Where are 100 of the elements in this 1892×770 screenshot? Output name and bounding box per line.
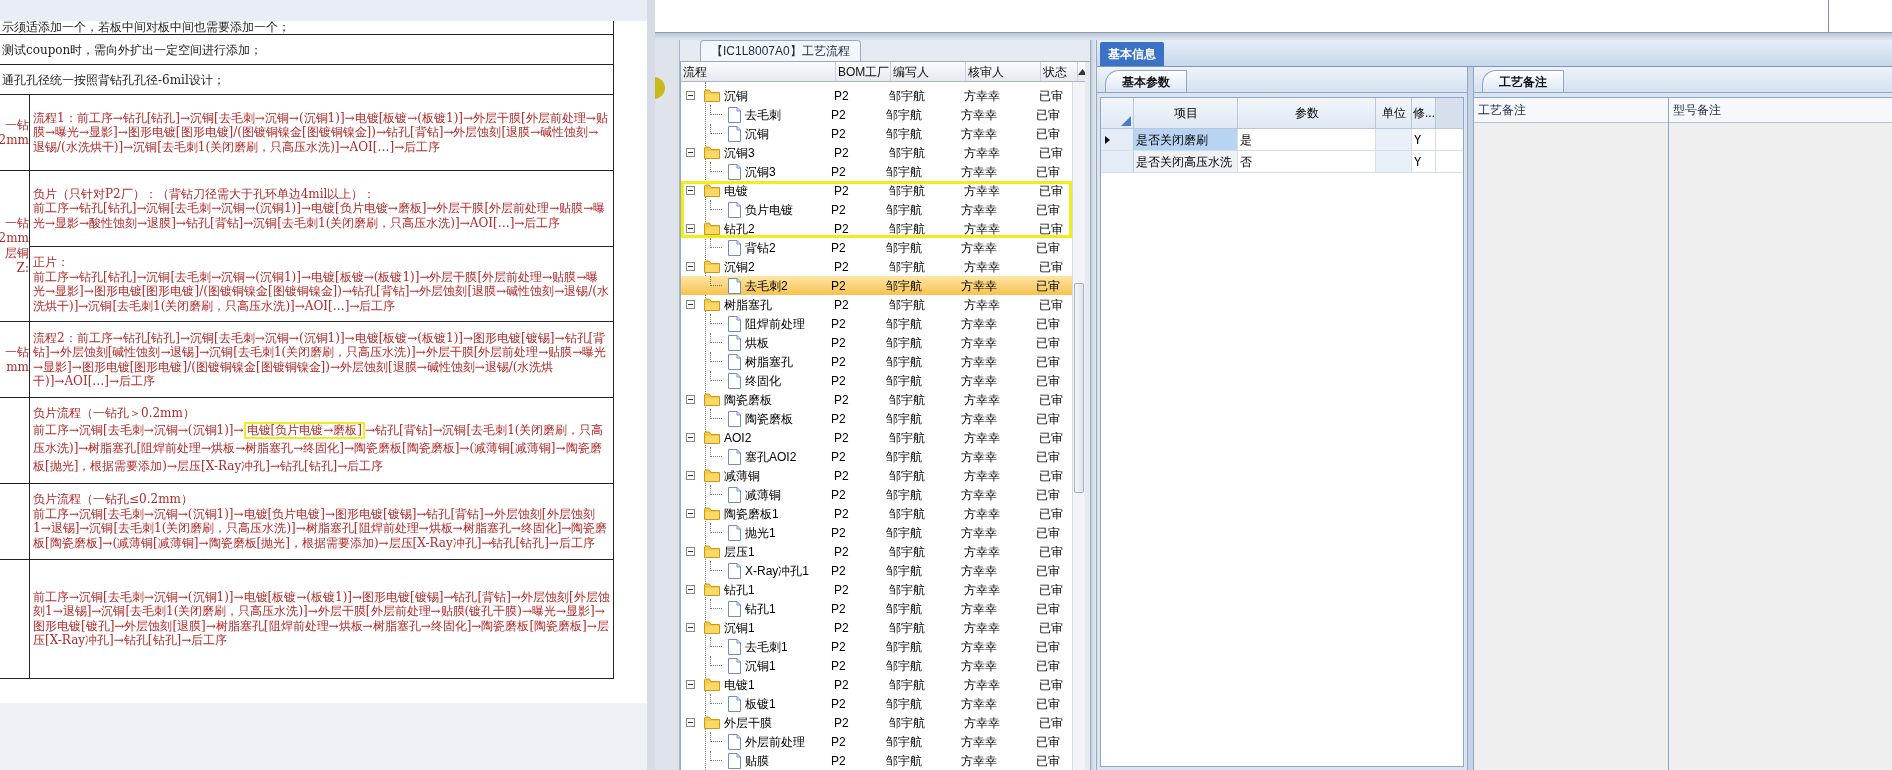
tree-row[interactable]: 陶瓷磨板1 P2 邹宇航 方幸幸 已审 (681, 504, 1072, 523)
side-label: mm (6, 359, 29, 375)
table-cell-text: 已审 (1035, 201, 1061, 219)
select-all-icon[interactable] (1121, 116, 1131, 126)
table-cell-text: 方幸幸 (960, 201, 998, 219)
tree-row[interactable]: 贴膜 P2 邹宇航 方幸幸 已审 (681, 751, 1072, 770)
tree-row[interactable]: 沉铜3 P2 邹宇航 方幸幸 已审 (681, 162, 1072, 181)
tree-row[interactable]: X-Ray冲孔1 P2 邹宇航 方幸幸 已审 (681, 561, 1072, 580)
collapse-icon[interactable] (686, 680, 695, 689)
tab[interactable]: 基本信息 (1100, 42, 1164, 66)
tree-row[interactable]: 减薄铜 P2 邹宇航 方幸幸 已审 (681, 485, 1072, 504)
table-cell-text: 已审 (1038, 144, 1064, 162)
row-header[interactable] (1101, 129, 1134, 150)
process-text: 正片： (33, 255, 70, 270)
process-text: 前工序→钻孔[钻孔]→沉铜[去毛刺→沉铜→(沉铜1)]→电镀[板镀→(板镀1)]→外层干膜[外层前处理→贴膜→曝光→显影]→图形电镀[图形电镀]/(图镀铜镍金[图镀铜镍金])→钻孔[背钻]→外层蚀刻[退膜→碱性蚀刻→退锡/(水洗烘干)]→沉铜[去毛刺1(关闭磨刷，只高压水洗)]→AOI[…]→后工序 (33, 269, 610, 313)
tree-row[interactable]: 钻孔1 P2 邹宇航 方幸幸 已审 (681, 599, 1072, 618)
tree-row[interactable]: 背钻2 P2 邹宇航 方幸幸 已审 (681, 238, 1072, 257)
side-label: Z: (16, 261, 29, 276)
collapse-icon[interactable] (686, 547, 695, 556)
table-cell-text: 方幸幸 (960, 752, 998, 770)
column-header[interactable]: 项目 (1134, 98, 1238, 128)
tree-row[interactable]: 负片电镀 P2 邹宇航 方幸幸 已审 (681, 200, 1072, 219)
collapse-icon[interactable] (686, 623, 695, 632)
table-cell-text: 邹宇航 (888, 182, 926, 200)
process-text: 前工序→钻孔[钻孔]→沉铜[去毛刺→沉铜→(沉铜1)]→电镀[负片电镀→磨板]→外层干膜[外层前处理→贴膜→曝光→显影→酸性蚀刻→退膜]→钻孔[背钻]→沉铜[去毛刺1(关闭磨刷，只高压水洗)]→AOI[…]→后工序 (33, 201, 607, 231)
table-cell: 是否关闭磨刷 (1134, 129, 1238, 150)
collapse-icon[interactable] (686, 718, 695, 727)
tree-row[interactable]: 去毛刺2 P2 邹宇航 方幸幸 已审 (681, 276, 1072, 295)
tree-row[interactable]: 抛光1 P2 邹宇航 方幸幸 已审 (681, 523, 1072, 542)
tree-item-label: 阻焊前处理 (745, 315, 806, 333)
column-header[interactable]: BOM工厂 (836, 62, 891, 81)
scroll-up-icon[interactable] (1078, 68, 1085, 75)
collapse-icon[interactable] (686, 224, 695, 233)
column-header[interactable]: 核审人 (966, 62, 1041, 81)
tab[interactable]: 基本参数 (1105, 70, 1187, 92)
side-label: 2mm (0, 231, 29, 246)
tree-row[interactable]: 塞孔AOI2 P2 邹宇航 方幸幸 已审 (681, 447, 1072, 466)
table-cell-text: P2 (830, 163, 847, 181)
collapse-icon[interactable] (686, 300, 695, 309)
tree-row[interactable]: 烘板 P2 邹宇航 方幸幸 已审 (681, 333, 1072, 352)
tree-row[interactable]: 去毛刺1 P2 邹宇航 方幸幸 已审 (681, 637, 1072, 656)
tree-row[interactable]: 树脂塞孔 P2 邹宇航 方幸幸 已审 (681, 295, 1072, 314)
collapse-icon[interactable] (686, 262, 695, 271)
note-text: 示须适添加一个，若板中间对板中间也需要添加一个； (2, 21, 290, 34)
tree-row[interactable]: 沉铜1 P2 邹宇航 方幸幸 已审 (681, 656, 1072, 675)
table-cell-text: 方幸幸 (960, 733, 998, 751)
panel-tab[interactable]: 【IC1L8007A0】工艺流程 (700, 40, 861, 61)
collapse-icon[interactable] (686, 585, 695, 594)
tab[interactable]: 工艺备注 (1482, 70, 1564, 92)
table-cell-text: 已审 (1035, 657, 1061, 675)
collapse-icon[interactable] (686, 186, 695, 195)
collapse-icon[interactable] (686, 471, 695, 480)
tree-row[interactable]: 阻焊前处理 P2 邹宇航 方幸幸 已审 (681, 314, 1072, 333)
collapse-icon[interactable] (686, 91, 695, 100)
scrollbar-thumb[interactable] (1074, 283, 1084, 493)
table-cell-text: 方幸幸 (963, 182, 1001, 200)
collapse-icon[interactable] (686, 433, 695, 442)
tree-item-label: 沉铜2 (724, 258, 756, 276)
column-header[interactable]: 流程 (681, 62, 836, 81)
tree-row[interactable]: 电镀 P2 邹宇航 方幸幸 已审 (681, 181, 1072, 200)
tree-row[interactable]: 外层前处理 P2 邹宇航 方幸幸 已审 (681, 732, 1072, 751)
table-cell-text: P2 (833, 619, 850, 637)
tree-row[interactable]: AOI2 P2 邹宇航 方幸幸 已审 (681, 428, 1072, 447)
tree-row[interactable]: 钻孔2 P2 邹宇航 方幸幸 已审 (681, 219, 1072, 238)
collapse-icon[interactable] (686, 395, 695, 404)
document-icon (728, 125, 741, 142)
tree-row[interactable]: 终固化 P2 邹宇航 方幸幸 已审 (681, 371, 1072, 390)
tree-item-label: 抛光1 (745, 524, 777, 542)
column-header[interactable]: 单位 (1376, 98, 1412, 128)
tree-row[interactable]: 沉铜 P2 邹宇航 方幸幸 已审 (681, 86, 1072, 105)
column-header[interactable]: 工艺备注 (1474, 98, 1668, 123)
table-cell-text: P2 (830, 752, 847, 770)
table-cell-text: 方幸幸 (963, 581, 1001, 599)
collapse-icon[interactable] (686, 509, 695, 518)
collapse-icon[interactable] (686, 148, 695, 157)
column-header[interactable]: 参数 (1238, 98, 1376, 128)
tree-row[interactable]: 陶瓷磨板 P2 邹宇航 方幸幸 已审 (681, 409, 1072, 428)
tree-row[interactable]: 减薄铜 P2 邹宇航 方幸幸 已审 (681, 466, 1072, 485)
tree-row[interactable]: 沉铜3 P2 邹宇航 方幸幸 已审 (681, 143, 1072, 162)
tree-row[interactable]: 钻孔1 P2 邹宇航 方幸幸 已审 (681, 580, 1072, 599)
tree-row[interactable]: 电镀1 P2 邹宇航 方幸幸 已审 (681, 675, 1072, 694)
column-header[interactable]: 状态 (1041, 62, 1078, 81)
document-icon (728, 163, 741, 180)
tree-row[interactable]: 外层干膜 P2 邹宇航 方幸幸 已审 (681, 713, 1072, 732)
table-cell-text: 已审 (1035, 562, 1061, 580)
table-cell-text: 邹宇航 (885, 638, 923, 656)
column-header[interactable]: 编写人 (891, 62, 966, 81)
table-cell-text: P2 (833, 182, 850, 200)
tree-row[interactable]: 沉铜1 P2 邹宇航 方幸幸 已审 (681, 618, 1072, 637)
table-cell-text: P2 (830, 239, 847, 257)
tree-row[interactable]: 板镀1 P2 邹宇航 方幸幸 已审 (681, 694, 1072, 713)
tree-row[interactable]: 树脂塞孔 P2 邹宇航 方幸幸 已审 (681, 352, 1072, 371)
table-cell: 是 (1238, 129, 1376, 150)
tree-row[interactable]: 层压1 P2 邹宇航 方幸幸 已审 (681, 542, 1072, 561)
tree-row[interactable]: 陶瓷磨板 P2 邹宇航 方幸幸 已审 (681, 390, 1072, 409)
tree-row[interactable]: 去毛刺 P2 邹宇航 方幸幸 已审 (681, 105, 1072, 124)
tree-row[interactable]: 沉铜 P2 邹宇航 方幸幸 已审 (681, 124, 1072, 143)
column-header[interactable]: 型号备注 (1669, 98, 1892, 123)
tree-row[interactable]: 沉铜2 P2 邹宇航 方幸幸 已审 (681, 257, 1072, 276)
table-cell-text: P2 (830, 125, 847, 143)
